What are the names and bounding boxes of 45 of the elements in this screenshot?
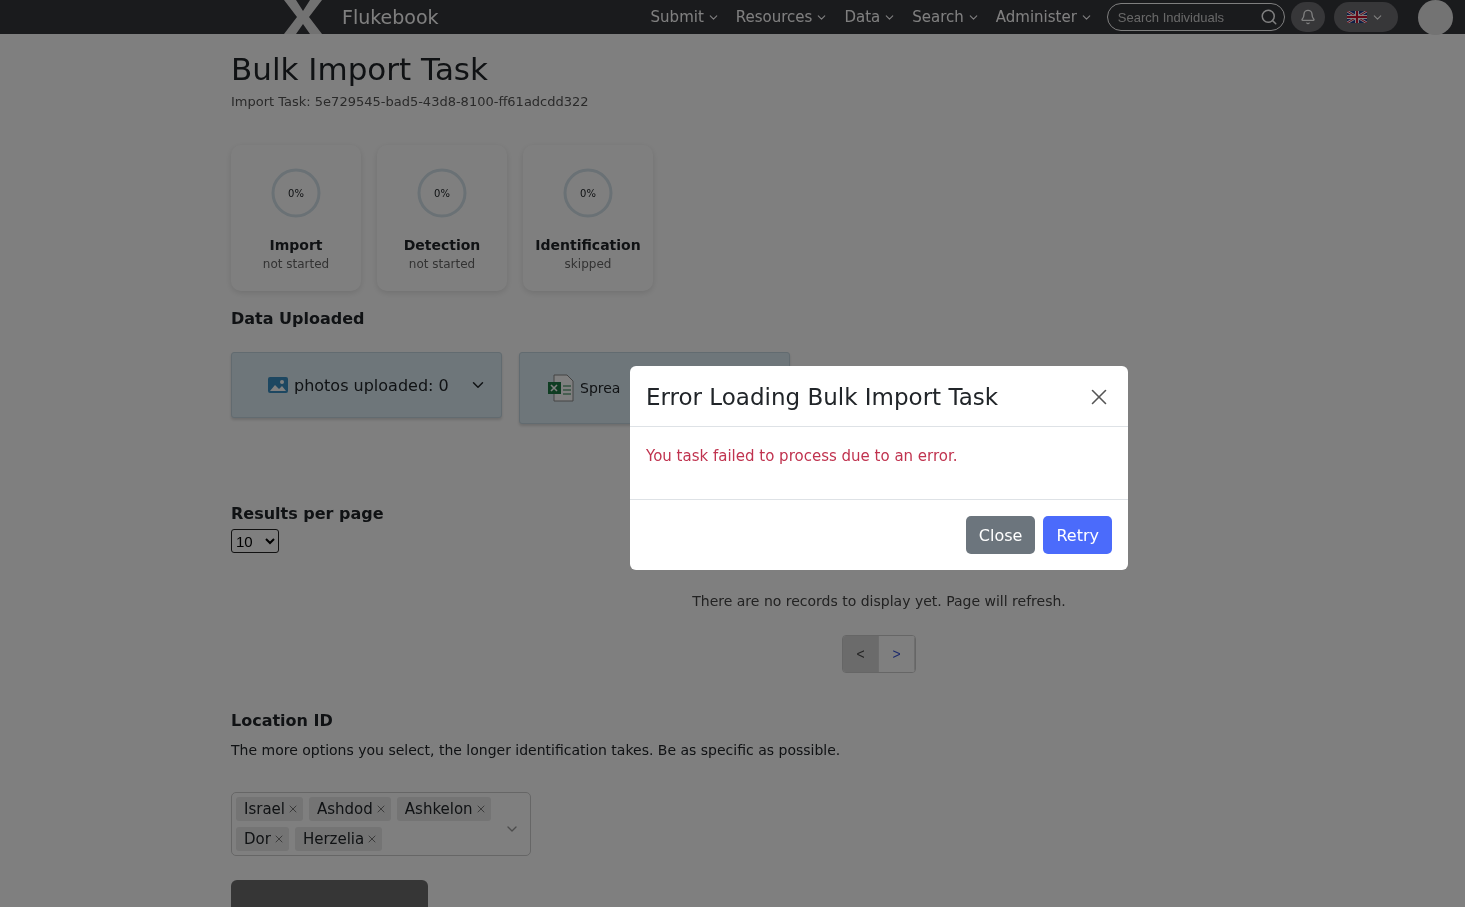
nav-menu-item[interactable]: Search <box>912 8 980 26</box>
stage-status: not started <box>262 257 330 271</box>
location-select[interactable]: Israel Ashdod Ashkelon Dor Herzelia <box>231 792 531 856</box>
location-hint: The more options you select, the longer identification takes. Be as specific as possible. <box>231 742 842 758</box>
stage-name: Import <box>269 237 323 253</box>
search-icon <box>1259 8 1278 26</box>
brand-name: Flukebook <box>342 6 439 28</box>
nav-menu-item[interactable]: Administer <box>995 8 1093 26</box>
upload-label: photos uploaded: 0 <box>294 375 449 395</box>
section-heading: Results per page <box>231 504 385 523</box>
language-button[interactable] <box>1333 2 1398 32</box>
nav-menu-item[interactable]: Resources <box>735 8 829 26</box>
notifications-button[interactable] <box>1290 2 1325 32</box>
task-id: Import Task: 5e729545-bad5-43d8-8100-ff61adcdd322 <box>231 94 590 109</box>
error-message: You task failed to process due to an error. <box>646 447 958 465</box>
progress-percent: 0% <box>580 187 596 199</box>
stage-status: skipped <box>564 257 612 271</box>
nav-menu-item[interactable]: Data <box>844 8 897 26</box>
location-tag[interactable]: Herzelia <box>294 827 383 851</box>
section-heading: Data Uploaded <box>231 309 366 328</box>
dialog-button[interactable]: Retry <box>1043 516 1112 554</box>
nav-menu-item[interactable]: Submit <box>650 8 720 26</box>
image-icon <box>268 377 288 393</box>
results-per-page-select[interactable]: 10 <box>231 529 279 553</box>
spreadsheet-icon <box>548 374 574 402</box>
location-tag[interactable]: Ashkelon <box>396 797 491 821</box>
empty-message: There are no records to display yet. Page will refresh. <box>691 593 1067 609</box>
bell-icon <box>1299 9 1316 25</box>
dialog-button[interactable]: Close <box>965 516 1036 554</box>
page-title: Bulk Import Task <box>231 50 489 88</box>
progress-percent: 0% <box>288 187 304 199</box>
stage-name: Identification <box>535 237 641 253</box>
location-tag[interactable]: Israel <box>236 797 303 821</box>
stage-name: Detection <box>403 237 481 253</box>
search-field[interactable]: Search Individuals <box>1106 3 1285 31</box>
section-heading: Location ID <box>231 711 334 730</box>
user-avatar[interactable] <box>1417 0 1453 35</box>
upload-card[interactable]: photos uploaded: 0 <box>231 352 502 418</box>
stage-status: not started <box>408 257 476 271</box>
remove-icon <box>287 803 299 815</box>
location-tag[interactable]: Ashdod <box>309 797 391 821</box>
flag-icon <box>1347 11 1368 23</box>
location-tag[interactable]: Dor <box>236 827 289 851</box>
progress-percent: 0% <box>434 187 450 199</box>
upload-label: Sprea <box>580 380 621 396</box>
